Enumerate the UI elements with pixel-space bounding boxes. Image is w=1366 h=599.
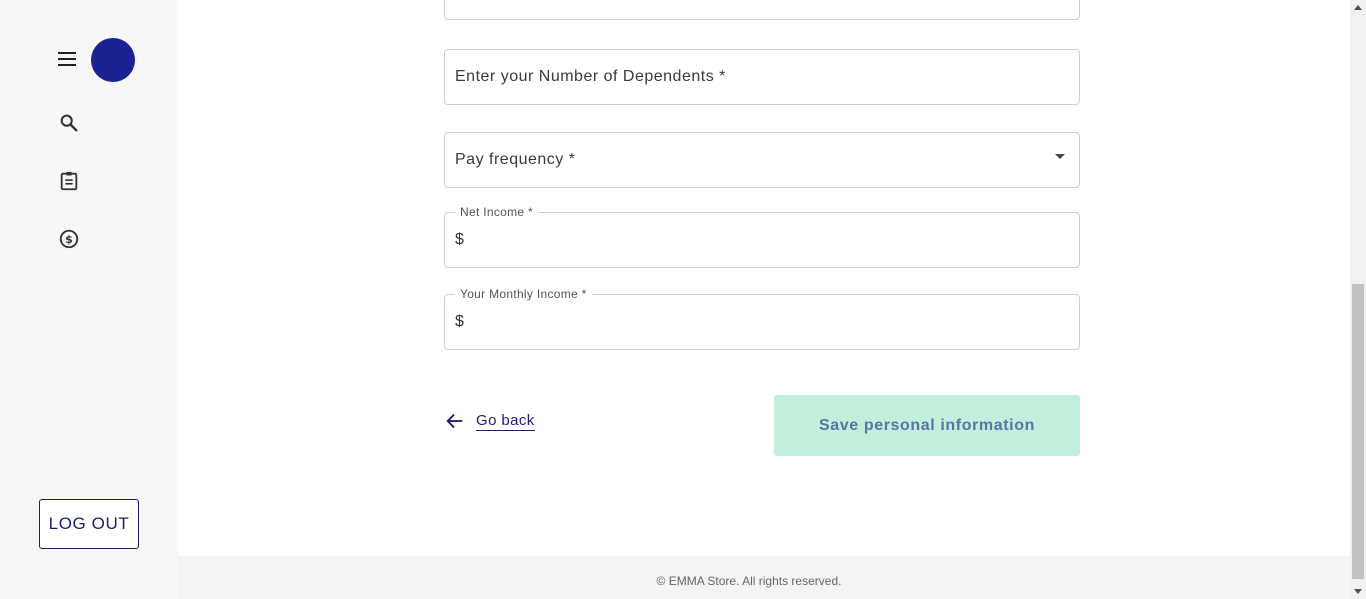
scroll-up-icon[interactable]	[1354, 5, 1362, 10]
monthly-income-input[interactable]	[471, 305, 1069, 339]
chevron-down-icon[interactable]	[1055, 154, 1065, 159]
scrollbar[interactable]	[1350, 0, 1366, 599]
footer-copyright: © EMMA Store. All rights reserved.	[656, 573, 842, 588]
net-income-prefix: $	[455, 231, 464, 248]
footer: © EMMA Store. All rights reserved.	[178, 556, 1350, 599]
net-income-field[interactable]: Net Income * $	[444, 205, 1080, 268]
dependents-field[interactable]: Enter your Number of Dependents *	[444, 49, 1080, 105]
scrollbar-thumb[interactable]	[1352, 284, 1364, 579]
go-back-link[interactable]: Go back	[444, 406, 535, 436]
save-personal-info-button[interactable]: Save personal information	[774, 395, 1080, 456]
monthly-income-label: Your Monthly Income *	[455, 287, 592, 301]
clipboard-icon[interactable]	[58, 170, 80, 192]
dependents-placeholder: Enter your Number of Dependents *	[455, 68, 726, 85]
go-back-label[interactable]: Go back	[476, 412, 535, 431]
menu-icon[interactable]	[57, 50, 77, 68]
pay-frequency-label: Pay frequency *	[455, 151, 576, 168]
previous-field[interactable]	[444, 0, 1080, 20]
scroll-down-icon[interactable]	[1354, 589, 1362, 594]
svg-text:$: $	[65, 233, 73, 246]
avatar[interactable]	[91, 38, 135, 82]
logout-button[interactable]: LOG OUT	[39, 499, 139, 549]
search-icon[interactable]	[58, 112, 80, 134]
monthly-income-prefix: $	[455, 313, 464, 330]
arrow-left-icon[interactable]	[444, 410, 466, 432]
net-income-label: Net Income *	[455, 205, 538, 219]
pay-frequency-select[interactable]: Pay frequency *	[444, 132, 1080, 188]
dollar-circle-icon[interactable]: $	[58, 228, 80, 250]
sidebar: $ LOG OUT	[0, 0, 178, 599]
monthly-income-field[interactable]: Your Monthly Income * $	[444, 287, 1080, 350]
net-income-input[interactable]	[471, 223, 1069, 257]
main-content: Enter your Number of Dependents * Pay fr…	[178, 0, 1350, 599]
